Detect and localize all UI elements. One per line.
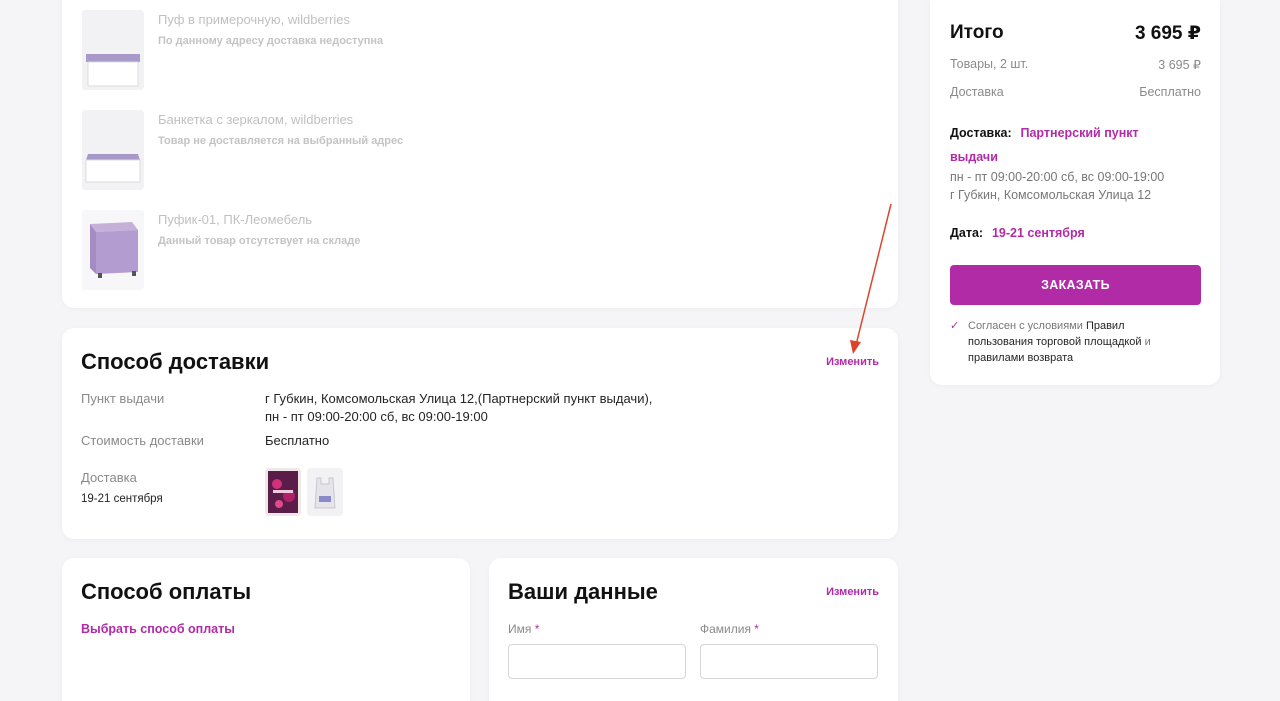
section-title: Способ оплаты: [81, 579, 252, 604]
pickup-hours: пн - пт 09:00-20:00 сб, вс 09:00-19:00: [950, 170, 1165, 184]
shipping-value: Бесплатно: [1139, 85, 1201, 99]
date-label: Дата:: [950, 226, 984, 240]
item-title: Пуфик-01, ПК-Леомебель: [158, 212, 313, 227]
goods-price: 3 695 ₽: [1158, 58, 1201, 72]
delivery-date-label: Доставка: [81, 470, 137, 485]
total-value: 3 695 ₽: [1134, 23, 1201, 44]
delivery-type: Доставка: Партнерский пункт выдачи: [950, 121, 1180, 169]
shipping-label: Доставка: [950, 85, 1004, 99]
list-item: Пуф в примерочную, wildberries По данном…: [82, 10, 782, 94]
item-status: Товар не доставляется на выбранный адрес: [158, 135, 404, 147]
last-name-label: Фамилия *: [700, 622, 759, 636]
payment-method-card: Способ оплаты Выбрать способ оплаты: [62, 558, 470, 701]
last-name-input[interactable]: [700, 644, 878, 679]
change-user-data-link[interactable]: Изменить: [826, 586, 879, 598]
date-value: 19-21 сентября: [991, 226, 1085, 240]
item-status: По данному адресу доставка недоступна: [158, 35, 384, 47]
item-title: Банкетка с зеркалом, wildberries: [158, 112, 354, 127]
pickup-point-label: Пункт выдачи: [81, 391, 165, 406]
check-icon[interactable]: ✓: [950, 318, 959, 334]
returns-link[interactable]: правилами возврата: [968, 352, 1073, 364]
delivery-item-thumbnail: [307, 468, 343, 516]
delivery-cost-label: Стоимость доставки: [81, 433, 204, 448]
delivery-date-value: 19-21 сентября: [81, 493, 163, 505]
delivery-type-label: Доставка:: [950, 126, 1012, 140]
pickup-point-address: г Губкин, Комсомольская Улица 12,(Партне…: [265, 391, 653, 406]
goods-count-label: Товары, 2 шт.: [950, 57, 1029, 71]
total-label: Итого: [950, 22, 1004, 43]
delivery-type-value: Партнерский пункт: [1020, 126, 1139, 140]
change-delivery-link[interactable]: Изменить: [826, 356, 879, 368]
pickup-address: г Губкин, Комсомольская Улица 12: [950, 188, 1152, 202]
product-image: [82, 210, 144, 290]
list-item: Пуфик-01, ПК-Леомебель Данный товар отсу…: [82, 210, 782, 294]
list-item: Банкетка с зеркалом, wildberries Товар н…: [82, 110, 782, 194]
first-name-label: Имя *: [508, 622, 540, 636]
delivery-cost-value: Бесплатно: [265, 433, 330, 448]
terms-agreement: ✓ Согласен с условиями Правил пользовани…: [950, 318, 1151, 364]
delivery-method-card: Способ доставки Изменить Пункт выдачи г …: [62, 328, 898, 539]
place-order-button[interactable]: ЗАКАЗАТЬ: [950, 265, 1201, 305]
section-title: Ваши данные: [508, 579, 658, 604]
item-status: Данный товар отсутствует на складе: [158, 235, 361, 247]
order-summary-card: Итого 3 695 ₽ Товары, 2 шт. 3 695 ₽ Дост…: [930, 0, 1220, 385]
delivery-date: Дата: 19-21 сентября: [950, 224, 1085, 242]
section-title: Способ доставки: [81, 349, 270, 374]
first-name-input[interactable]: [508, 644, 686, 679]
pickup-point-hours: пн - пт 09:00-20:00 сб, вс 09:00-19:00: [265, 409, 488, 424]
choose-payment-link[interactable]: Выбрать способ оплаты: [81, 622, 235, 636]
delivery-type-value-cont: выдачи: [950, 150, 998, 164]
delivery-item-thumbnail: [265, 468, 301, 516]
item-title: Пуф в примерочную, wildberries: [158, 12, 350, 27]
user-data-card: Ваши данные Изменить Имя * Фамилия *: [489, 558, 898, 701]
product-image: [82, 110, 144, 190]
unavailable-items-card: Пуф в примерочную, wildberries По данном…: [62, 0, 898, 308]
product-image: [82, 10, 144, 90]
